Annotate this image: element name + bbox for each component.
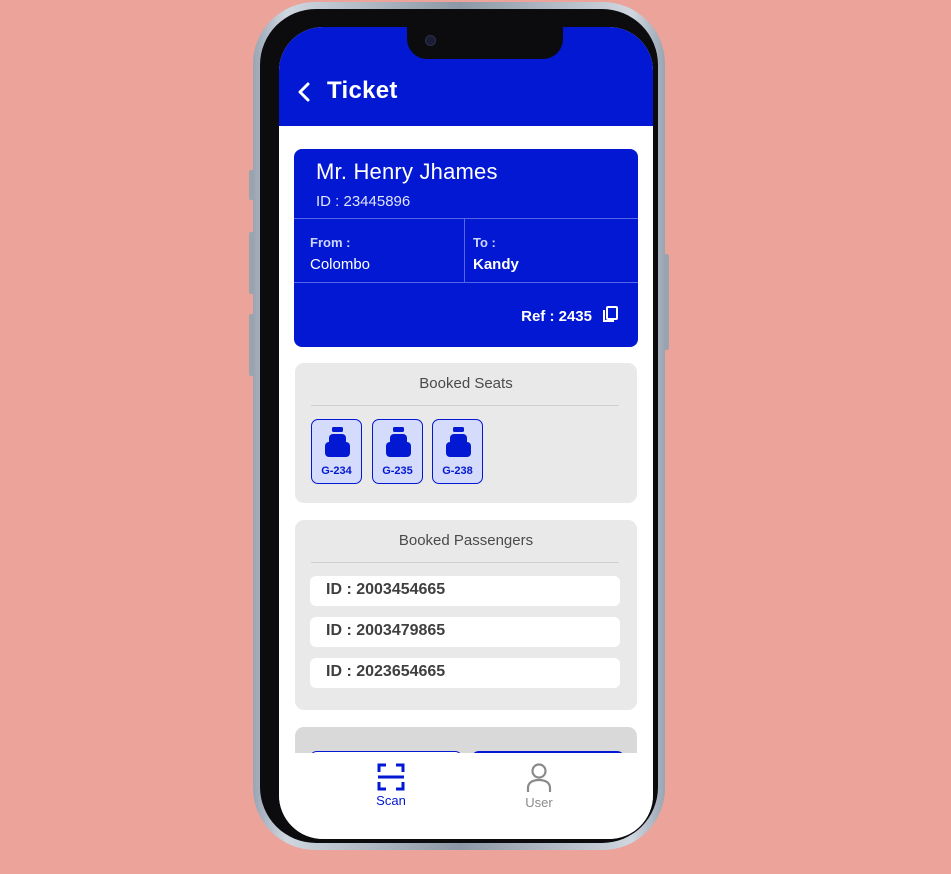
section-title: Booked Seats — [419, 375, 513, 392]
divider — [311, 562, 619, 563]
tab-label: User — [525, 795, 553, 810]
seat-icon — [446, 427, 471, 457]
camera-icon — [425, 35, 436, 46]
booked-passengers-section: Booked Passengers ID : 2003454665 ID : 2… — [295, 520, 637, 710]
chevron-left-icon[interactable] — [295, 81, 315, 103]
divider — [294, 282, 638, 283]
page-title: Ticket — [327, 77, 398, 104]
passenger-id: ID : 2003479865 — [326, 622, 446, 639]
divider — [464, 218, 465, 282]
passenger-row[interactable]: ID : 2003454665 — [310, 576, 620, 606]
passenger-name: Mr. Henry Jhames — [316, 159, 498, 184]
app-screen: Ticket Mr. Henry Jhames ID : 23445896 Fr… — [279, 27, 653, 839]
seat-card[interactable]: G-235 — [372, 419, 423, 484]
user-icon — [526, 763, 552, 792]
to-label: To : — [473, 235, 496, 250]
from-value: Colombo — [310, 256, 371, 273]
from-label: From : — [310, 235, 351, 250]
passenger-row[interactable]: ID : 2023654665 — [310, 658, 620, 688]
ticket-card: Mr. Henry Jhames ID : 23445896 From : Co… — [294, 149, 638, 347]
divider — [294, 218, 638, 219]
seat-card[interactable]: G-234 — [311, 419, 362, 484]
tab-scan[interactable]: Scan — [351, 763, 431, 823]
phone-frame: Ticket Mr. Henry Jhames ID : 23445896 Fr… — [249, 2, 669, 850]
seat-card[interactable]: G-238 — [432, 419, 483, 484]
passenger-id: ID : 2003454665 — [326, 581, 446, 598]
booked-seats-section: Booked Seats G-234 G-235 G-238 — [295, 363, 637, 503]
seat-label: G-235 — [382, 465, 413, 477]
scan-icon — [377, 763, 405, 791]
seat-label: G-234 — [321, 465, 352, 477]
power-button — [664, 254, 669, 350]
volume-up-button — [249, 232, 254, 294]
volume-down-button — [249, 314, 254, 376]
passenger-row[interactable]: ID : 2003479865 — [310, 617, 620, 647]
section-title: Booked Passengers — [398, 532, 534, 549]
passenger-id: ID : 23445896 — [316, 193, 411, 210]
copy-icon[interactable] — [602, 305, 620, 323]
passenger-id: ID : 2023654665 — [326, 663, 446, 680]
seat-icon — [386, 427, 411, 457]
divider — [311, 405, 619, 406]
reference-number: Ref : 2435 — [521, 308, 592, 325]
phone-bezel: Ticket Mr. Henry Jhames ID : 23445896 Fr… — [260, 9, 658, 843]
notch — [407, 27, 563, 59]
bottom-tab-bar: Scan User — [279, 753, 653, 839]
seat-label: G-238 — [442, 465, 473, 477]
silent-switch — [249, 170, 254, 200]
tab-user[interactable]: User — [499, 763, 579, 823]
seat-icon — [325, 427, 350, 457]
to-value: Kandy — [473, 256, 519, 273]
tab-label: Scan — [376, 793, 406, 808]
